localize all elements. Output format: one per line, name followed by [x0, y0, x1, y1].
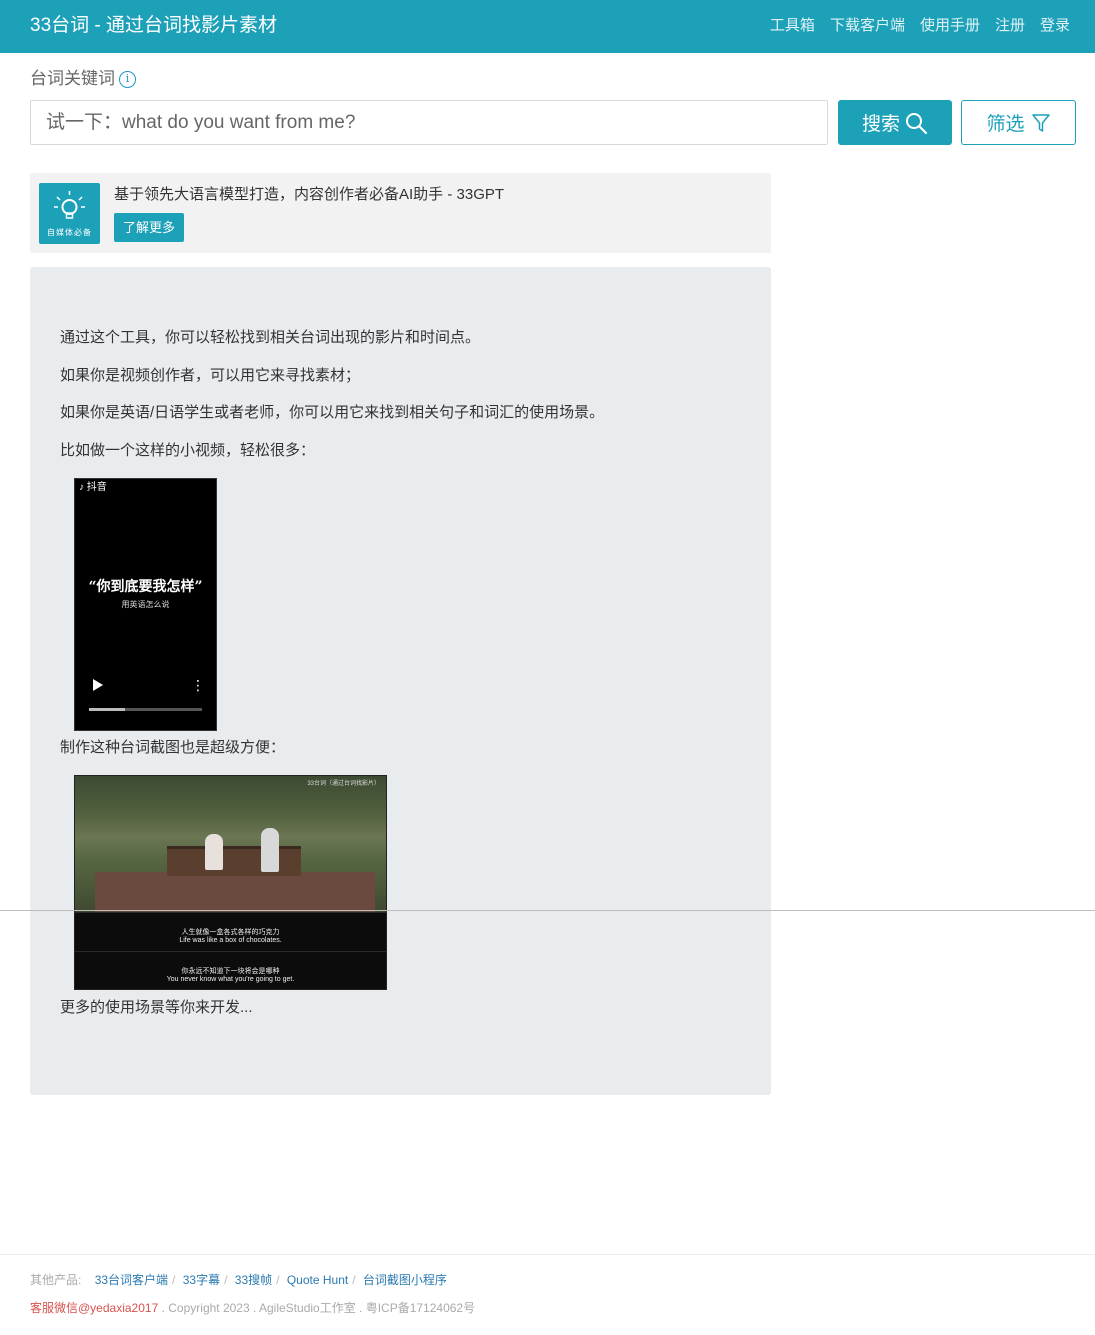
footer-separator: /	[352, 1273, 356, 1287]
intro-line-3: 如果你是英语/日语学生或者老师，你可以用它来找到相关句子和词汇的使用场景。	[60, 404, 605, 421]
video-progress-bar[interactable]	[89, 708, 202, 711]
copyright-text: . Copyright 2023 . AgileStudio工作室 . 粤ICP…	[161, 1301, 476, 1315]
footer-link-client[interactable]: 33台词客户端	[95, 1273, 168, 1287]
footer-divider	[0, 1254, 1095, 1255]
filter-button-label: 筛选	[986, 114, 1025, 135]
video-progress-fill	[89, 708, 126, 711]
scene-person-right	[261, 828, 279, 872]
footer-link-miniprogram[interactable]: 台词截图小程序	[363, 1273, 447, 1287]
video-quote: “你到底要我怎样”	[88, 579, 203, 595]
subtitle-1-en: Life was like a box of chocolates.	[179, 937, 282, 944]
footer-separator: /	[224, 1273, 228, 1287]
top-nav: 工具箱 下载客户端 使用手册 注册 登录	[770, 16, 1070, 36]
ad-logo[interactable]: 自媒体必备	[39, 183, 100, 244]
more-options-icon[interactable]: ⋮	[191, 677, 205, 693]
subtitle-2-zh: 你永远不知道下一块将会是哪种	[181, 968, 280, 975]
ad-banner: 自媒体必备 基于领先大语言模型打造，内容创作者必备AI助手 - 33GPT 了解…	[30, 173, 771, 253]
intro-line-2: 如果你是视频创作者，可以用它来寻找素材；	[60, 367, 361, 384]
scene-bench	[167, 846, 301, 876]
tiktok-app-name: 抖音	[86, 482, 107, 493]
search-button[interactable]: 搜索	[838, 100, 952, 145]
footer-link-frames[interactable]: 33搜帧	[235, 1273, 272, 1287]
learn-more-button[interactable]: 了解更多	[114, 213, 185, 242]
nav-login[interactable]: 登录	[1040, 16, 1070, 36]
keyword-label-text: 台词关键词	[30, 69, 115, 88]
footer-link-quote-hunt[interactable]: Quote Hunt	[287, 1273, 348, 1287]
subtitle-strip-1: 人生就像一盒各式各样的巧克力 Life was like a box of ch…	[75, 912, 386, 951]
screenshot-label: 制作这种台词截图也是超级方便：	[60, 739, 286, 756]
screenshot-watermark: 33台词（通过台词找影片）	[307, 781, 380, 787]
nav-register[interactable]: 注册	[995, 16, 1025, 36]
footer-products: 其他产品: 33台词客户端 / 33字幕 / 33搜帧 / Quote Hunt / 台…	[30, 1272, 447, 1288]
scene-path	[95, 872, 375, 912]
footer-separator: /	[276, 1273, 280, 1287]
ad-text: 基于领先大语言模型打造，内容创作者必备AI助手 - 33GPT	[114, 186, 505, 203]
tiktok-logo: ♪ 抖音	[79, 482, 107, 494]
ad-logo-text: 自媒体必备	[47, 228, 92, 237]
intro-line-1: 通过这个工具，你可以轻松找到相关台词出现的影片和时间点。	[60, 329, 481, 346]
nav-toolbox[interactable]: 工具箱	[770, 16, 815, 36]
footer-separator: /	[172, 1273, 176, 1287]
footer-link-subtitles[interactable]: 33字幕	[183, 1273, 220, 1287]
example-screenshot: 33台词（通过台词找影片） 人生就像一盒各式各样的巧克力 Life was li…	[74, 775, 387, 990]
info-icon[interactable]: i	[119, 70, 136, 88]
copyright-text-value: Copyright 2023 . AgileStudio工作室 . 粤ICP备1…	[168, 1301, 476, 1315]
tiktok-icon: ♪	[79, 482, 84, 493]
intro-line-4: 比如做一个这样的小视频，轻松很多：	[60, 442, 316, 459]
intro-panel: 通过这个工具，你可以轻松找到相关台词出现的影片和时间点。 如果你是视频创作者，可…	[30, 267, 771, 1095]
horizontal-divider	[0, 910, 1095, 911]
footer-copyright-row: 客服微信@yedaxia2017 . Copyright 2023 . Agil…	[30, 1300, 475, 1316]
other-products-label: 其他产品:	[30, 1273, 82, 1287]
nav-manual[interactable]: 使用手册	[920, 16, 980, 36]
search-icon	[906, 112, 928, 134]
lightbulb-icon	[54, 191, 85, 219]
site-title[interactable]: 33台词 - 通过台词找影片素材	[30, 13, 277, 39]
customer-service-contact[interactable]: 客服微信@yedaxia2017	[30, 1301, 158, 1315]
subtitle-1-zh: 人生就像一盒各式各样的巧克力	[181, 929, 280, 936]
video-caption: 用英语怎么说	[121, 600, 170, 609]
subtitle-strip-2: 你永远不知道下一块将会是哪种 You never know what you'r…	[75, 951, 386, 989]
play-icon[interactable]	[93, 679, 103, 691]
filter-icon	[1031, 113, 1050, 132]
search-input[interactable]	[30, 100, 828, 145]
more-uses-text: 更多的使用场景等你来开发...	[60, 999, 253, 1016]
example-video[interactable]: ♪ 抖音 “你到底要我怎样” 用英语怎么说 ⋮	[74, 478, 217, 731]
filter-button[interactable]: 筛选	[961, 100, 1076, 145]
movie-scene-image: 33台词（通过台词找影片）	[75, 776, 386, 912]
keyword-label: 台词关键词 i	[30, 68, 136, 90]
search-button-label: 搜索	[861, 114, 900, 135]
nav-download-client[interactable]: 下载客户端	[830, 16, 905, 36]
scene-person-left	[205, 834, 223, 870]
top-navbar: 33台词 - 通过台词找影片素材 工具箱 下载客户端 使用手册 注册 登录	[0, 0, 1095, 53]
subtitle-2-en: You never know what you're going to get.	[166, 976, 295, 983]
